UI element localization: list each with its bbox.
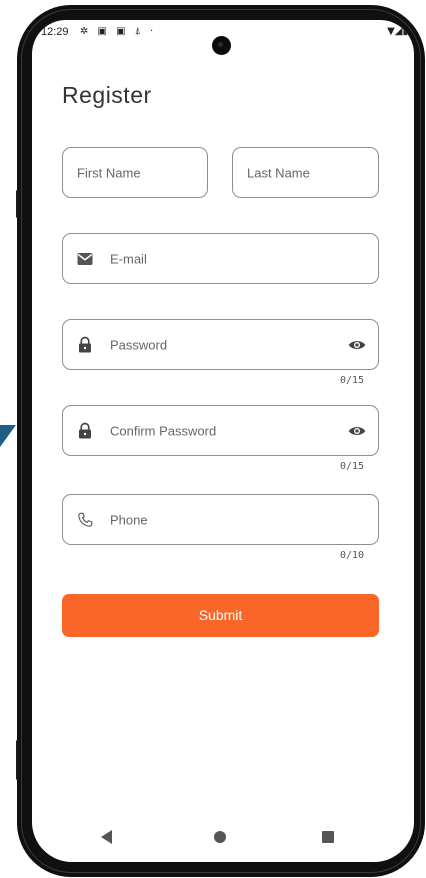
confirm-password-counter: 0/15 [340,461,365,472]
back-triangle-icon[interactable] [101,830,112,844]
email-placeholder: E-mail [110,251,147,266]
system-nav-bar [32,814,414,862]
password-field[interactable]: Password [62,319,379,370]
phone-field[interactable]: Phone [62,494,379,545]
last-name-placeholder: Last Name [247,165,310,180]
confirm-password-field[interactable]: Confirm Password [62,405,379,456]
first-name-placeholder: First Name [77,165,141,180]
home-circle-icon[interactable] [214,831,226,843]
last-name-field[interactable]: Last Name [232,147,379,198]
eye-icon[interactable] [348,422,366,440]
page-title: Register [62,82,152,108]
phone-placeholder: Phone [110,512,148,527]
status-time: 12:29 [41,26,69,38]
confirm-password-placeholder: Confirm Password [110,423,217,438]
recents-square-icon[interactable] [322,831,334,843]
email-field[interactable]: E-mail [62,233,379,284]
mail-icon [77,252,93,265]
notification-icons: ✲ ▣ ▣ ⍋ · [80,26,157,37]
password-placeholder: Password [110,337,168,352]
front-camera-icon [212,36,231,55]
side-button-bottom [16,740,19,780]
phone-counter: 0/10 [340,550,365,561]
lock-icon [79,422,91,438]
signal-battery-icons: ▼◢▮ [387,26,408,37]
lock-icon [79,336,91,352]
phone-screen: 12:29 ✲ ▣ ▣ ⍋ · ▼◢▮ Register First Name … [32,20,414,862]
submit-button[interactable]: Submit [62,594,379,637]
first-name-field[interactable]: First Name [62,147,208,198]
corner-accent-mark [0,425,16,447]
side-button-top [16,190,19,218]
eye-icon[interactable] [348,336,366,354]
password-counter: 0/15 [340,375,365,386]
phone-icon [78,512,93,527]
